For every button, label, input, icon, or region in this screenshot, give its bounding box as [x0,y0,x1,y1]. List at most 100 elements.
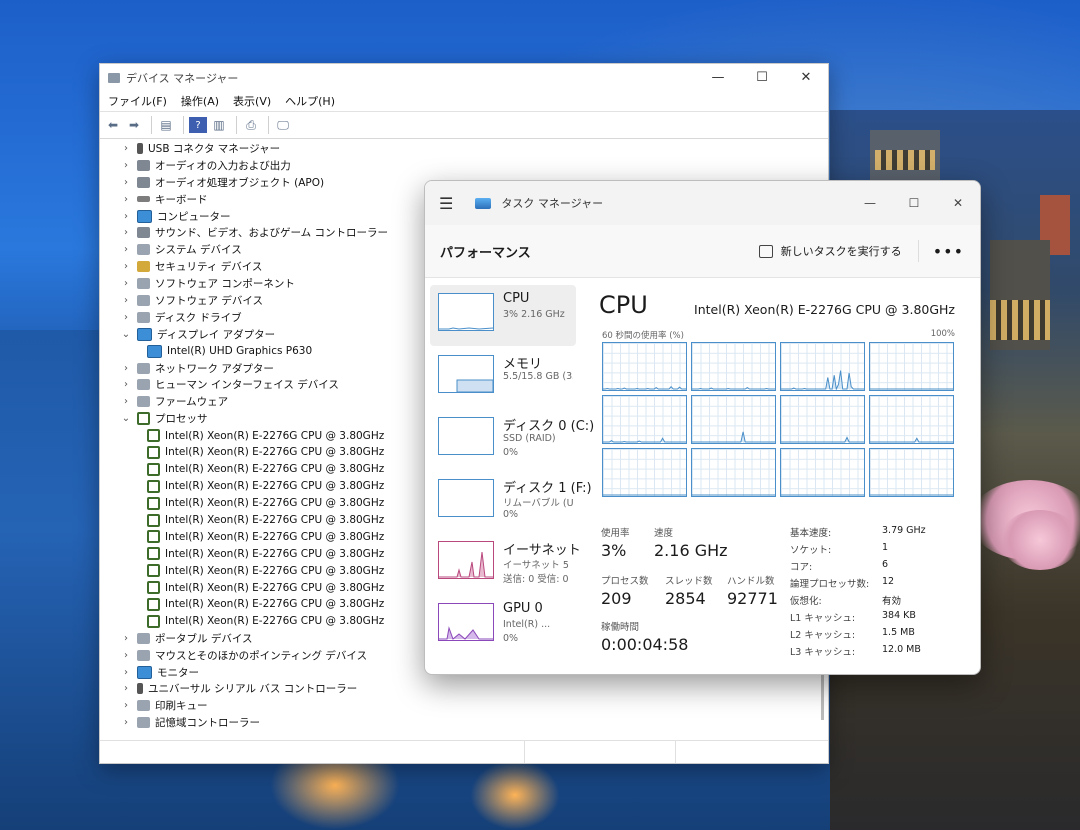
cpu-usage-line-chart [781,494,864,496]
chevron-right-icon[interactable]: › [120,363,132,374]
chevron-right-icon[interactable]: › [120,312,132,323]
tree-item-label: Intel(R) Xeon(R) E-2276G CPU @ 3.80GHz [165,564,385,577]
logical-processor-graph [691,342,776,391]
hamburger-menu-icon[interactable]: ☰ [439,194,453,213]
back-arrow-icon[interactable]: ⬅ [104,117,122,133]
sidebar-item-disk1[interactable]: ディスク 1 (F:) リムーバブル (USB)0% [430,471,592,532]
cpu-usage-line-chart [781,370,864,390]
chevron-right-icon[interactable]: › [120,261,132,272]
chevron-right-icon[interactable]: › [120,379,132,390]
logical-processor-graph [602,448,687,497]
sidebar-thumbnail-graph [438,293,494,331]
properties-icon[interactable]: ▤ [157,117,175,133]
close-button[interactable]: ✕ [936,196,980,210]
sidebar-item-disk0[interactable]: ディスク 0 (C:) SSD (RAID) 0% [430,409,594,470]
sidebar-thumbnail-graph [438,417,494,455]
puzzle-icon [137,278,150,290]
chip-icon [137,396,150,408]
graph-label: 60 秒間の使用率 (%) [602,331,684,341]
maximize-button[interactable]: ☐ [740,70,784,85]
window-title: デバイス マネージャー [126,71,239,85]
chevron-right-icon[interactable]: › [120,667,132,678]
chevron-right-icon[interactable]: › [120,700,132,711]
menu-help[interactable]: ヘルプ(H) [285,93,335,109]
chevron-right-icon[interactable]: › [120,278,132,289]
tree-item-label: キーボード [155,193,208,206]
cpu-usage-line-chart [603,494,686,496]
forward-arrow-icon[interactable]: ➡ [125,117,143,133]
chevron-right-icon[interactable]: › [120,396,132,407]
tree-category-item[interactable]: › 記憶域コントローラー [100,714,816,731]
view-icon[interactable]: ▥ [210,117,228,133]
tree-item-label: Intel(R) Xeon(R) E-2276G CPU @ 3.80GHz [165,530,385,543]
sidebar-item-value: 送信: 0 受信: 0 [503,574,569,585]
sidebar-item-gpu[interactable]: GPU 0 Intel(R) ... 0% [430,595,576,656]
tree-item-label: Intel(R) Xeon(R) E-2276G CPU @ 3.80GHz [165,581,385,594]
help-icon[interactable]: ? [189,117,207,133]
tree-item-label: ポータブル デバイス [155,632,253,645]
chevron-right-icon[interactable]: › [120,211,132,222]
threads-value: 2854 [665,589,706,608]
processes-label: プロセス数 [601,576,649,587]
sidebar-item-subtitle: リムーバブル (USB) [503,498,573,509]
cpu-detail-panel: CPU Intel(R) Xeon(R) E-2276G CPU @ 3.80G… [597,285,967,670]
logical-processor-graphs [602,342,956,498]
menu-action[interactable]: 操作(A) [181,93,219,109]
tree-item-label: Intel(R) Xeon(R) E-2276G CPU @ 3.80GHz [165,480,385,493]
device-manager-app-icon [108,72,120,83]
title-bar[interactable]: デバイス マネージャー — ☐ ✕ [100,64,828,91]
chevron-down-icon[interactable]: ⌄ [120,413,132,424]
security-icon [137,261,150,273]
cpu-usage-series-line [781,436,864,443]
device-icon [137,294,150,306]
chevron-right-icon[interactable]: › [120,244,132,255]
more-options-icon[interactable]: ••• [933,242,964,261]
chevron-right-icon[interactable]: › [120,177,132,188]
sidebar-item-subtitle: Intel(R) ... [503,619,551,630]
chevron-right-icon[interactable]: › [120,633,132,644]
tree-item-label: モニター [157,666,199,679]
tree-item-label: ディスプレイ アダプター [157,328,276,341]
sidebar-item-name: GPU 0 [503,601,543,616]
processor-icon [137,412,150,426]
page-title: パフォーマンス [440,245,531,261]
sidebar-item-ethernet[interactable]: イーサネット イーサネット 5 送信: 0 受信: 0 [430,533,581,594]
tree-category-item[interactable]: › ユニバーサル シリアル バス コントローラー [100,681,816,698]
chevron-right-icon[interactable]: › [120,227,132,238]
chevron-right-icon[interactable]: › [120,160,132,171]
minimize-button[interactable]: — [848,196,892,210]
maximize-button[interactable]: ☐ [892,196,936,210]
storage-icon [137,717,150,729]
chevron-right-icon[interactable]: › [120,194,132,205]
sidebar-item-name: CPU [503,291,530,306]
processes-value: 209 [601,589,632,608]
cpu-usage-series-line [603,385,686,390]
tree-category-item[interactable]: › オーディオの入力および出力 [100,157,816,174]
processor-icon [147,581,160,595]
chevron-right-icon[interactable]: › [120,295,132,306]
processor-icon [147,479,160,493]
chevron-right-icon[interactable]: › [120,717,132,728]
sidebar-item-value: 0% [503,633,519,644]
title-bar[interactable]: ☰ タスク マネージャー — ☐ ✕ [425,181,980,225]
cpu-usage-line-chart [603,385,686,390]
chevron-right-icon[interactable]: › [120,650,132,661]
sidebar-item-memory[interactable]: メモリ5.5/15.8 GB (35%) [430,347,576,408]
menu-view[interactable]: 表示(V) [233,93,271,109]
menu-file[interactable]: ファイル(F) [108,93,167,109]
sidebar-item-cpu[interactable]: CPU 3% 2.16 GHz [430,285,576,346]
tree-category-item[interactable]: › USB コネクタ マネージャー [100,140,816,157]
tree-category-item[interactable]: › 印刷キュー [100,697,816,714]
cpu-usage-line-chart [781,436,864,443]
scan-hardware-icon[interactable]: 🖵 [274,117,292,133]
property-value: 1.5 MB [882,627,915,638]
minimize-button[interactable]: — [696,70,740,85]
chevron-right-icon[interactable]: › [120,143,132,154]
chevron-down-icon[interactable]: ⌄ [120,329,132,340]
print-icon[interactable]: ⎙ [242,117,260,133]
chevron-right-icon[interactable]: › [120,683,132,694]
folder-icon [137,244,150,256]
handles-label: ハンドル数 [727,576,775,587]
close-button[interactable]: ✕ [784,70,828,85]
run-new-task-button[interactable]: 新しいタスクを実行する [758,243,902,259]
